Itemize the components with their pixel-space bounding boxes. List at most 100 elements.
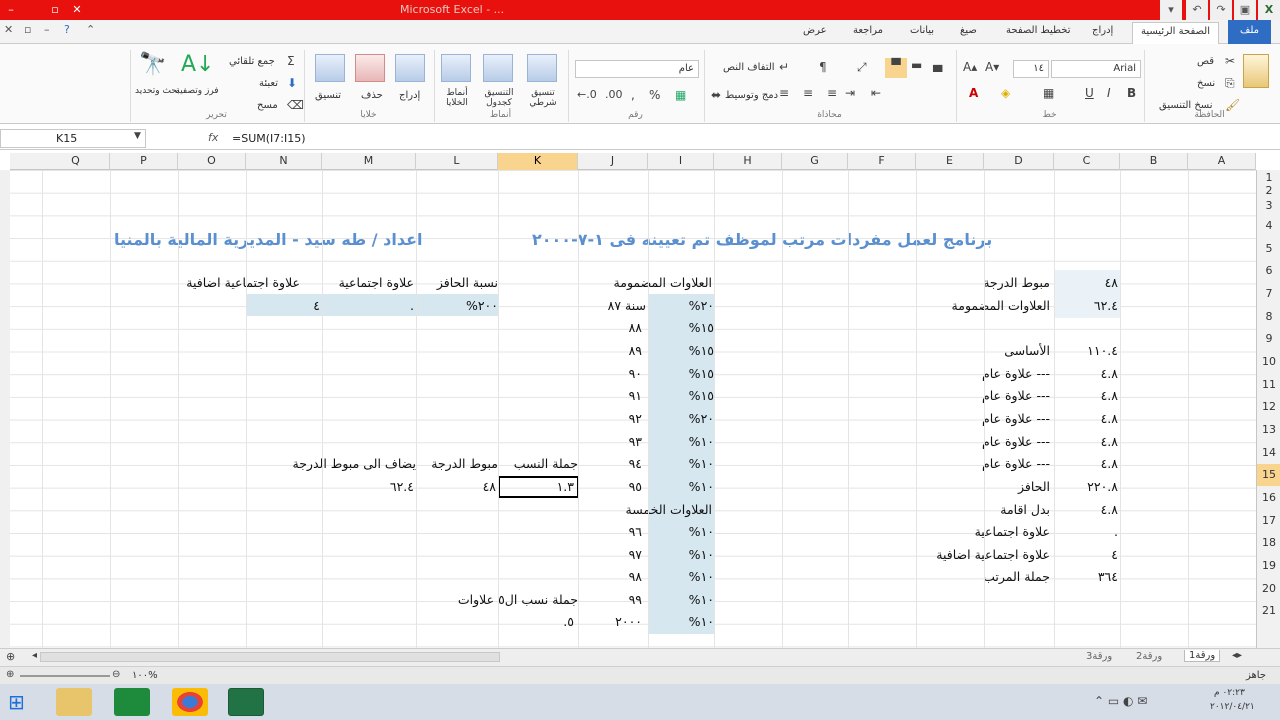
column-header-b[interactable]: B	[1120, 153, 1188, 170]
align-center-icon[interactable]: ≡	[803, 86, 813, 100]
cell-i10[interactable]: %١٥	[660, 366, 714, 381]
cell-k14[interactable]: جملة النسب	[498, 456, 578, 471]
cell-c12[interactable]: ٤.٨	[1070, 411, 1118, 426]
column-header-o[interactable]: O	[178, 153, 246, 170]
column-header-n[interactable]: N	[246, 153, 322, 170]
cell-i20[interactable]: %١٠	[660, 592, 714, 607]
bold-icon[interactable]: B	[1127, 86, 1136, 100]
excel-taskbar-icon[interactable]	[228, 688, 264, 716]
close-button[interactable]: ✕	[66, 0, 88, 20]
column-header-d[interactable]: D	[984, 153, 1054, 170]
grow-font-icon[interactable]: A▴	[963, 60, 977, 74]
borders-icon[interactable]: ▦	[1043, 86, 1054, 100]
delete-button[interactable]: حذف	[361, 90, 383, 101]
cell-d19[interactable]: جملة المرتب	[940, 569, 1050, 584]
restore-workbook-icon[interactable]: ▫	[24, 23, 31, 36]
column-header-q[interactable]: Q	[42, 153, 110, 170]
restore-button[interactable]: ▫	[44, 0, 66, 20]
column-header-i[interactable]: I	[648, 153, 714, 170]
cell-c13[interactable]: ٤.٨	[1070, 434, 1118, 449]
sort-filter-icon[interactable]: A↓	[181, 52, 214, 77]
copy-button[interactable]: نسخ	[1197, 78, 1215, 89]
active-cell-k15[interactable]	[498, 476, 579, 498]
cell-i8[interactable]: %١٥	[660, 320, 714, 335]
cell-j16[interactable]: العلاوات الخمسة	[580, 502, 712, 517]
cell-c19[interactable]: ٣٦٤	[1070, 569, 1118, 584]
row-header-18[interactable]: 18	[1257, 532, 1280, 554]
zoom-slider[interactable]	[20, 675, 110, 677]
vertical-scrollbar[interactable]	[0, 170, 10, 648]
shrink-font-icon[interactable]: A▾	[985, 60, 999, 74]
merge-center-button[interactable]: دمج وتوسيط	[725, 90, 778, 101]
cell-d15[interactable]: الحافز	[960, 479, 1050, 494]
column-header-h[interactable]: H	[714, 153, 782, 170]
row-header-6[interactable]: 6	[1257, 260, 1280, 282]
cell-j19[interactable]: ٩٨	[580, 569, 642, 584]
column-header-c[interactable]: C	[1054, 153, 1120, 170]
cell-j6[interactable]: العلاوات المضمومة	[580, 275, 712, 290]
merge-center-icon[interactable]: ⬌	[711, 88, 721, 102]
column-header-l[interactable]: L	[416, 153, 498, 170]
cell-j15[interactable]: ٩٥	[580, 479, 642, 494]
windows-start-icon[interactable]: ⊞	[8, 690, 25, 714]
sheet-tab-1[interactable]: ورقة1	[1184, 650, 1221, 662]
cell-d16[interactable]: بدل اقامة	[960, 502, 1050, 517]
align-left-icon[interactable]: ≡	[827, 86, 837, 100]
save-icon[interactable]: ▣	[1234, 0, 1256, 20]
name-box[interactable]: K15	[0, 129, 146, 148]
find-select-icon[interactable]: 🔭	[139, 52, 166, 77]
cell-n7[interactable]: ٤	[246, 298, 320, 313]
increase-decimal-icon[interactable]: .00	[605, 88, 623, 101]
cell-m7[interactable]: .	[340, 298, 414, 313]
cell-d11[interactable]: علاوة عام ---	[940, 388, 1050, 403]
cell-c9[interactable]: ١١٠.٤	[1070, 343, 1118, 358]
wrap-text-button[interactable]: التفاف النص	[723, 62, 775, 73]
row-header-19[interactable]: 19	[1257, 554, 1280, 577]
fill-icon[interactable]: ⬇	[287, 76, 297, 90]
row-header-5[interactable]: 5	[1257, 237, 1280, 260]
font-color-icon[interactable]: A	[969, 86, 978, 100]
help-icon[interactable]: ?	[64, 23, 70, 36]
cell-l15[interactable]: ٤٨	[416, 479, 496, 494]
scroll-left-icon[interactable]: ◂	[32, 650, 37, 661]
row-header-13[interactable]: 13	[1257, 418, 1280, 441]
cell-c14[interactable]: ٤.٨	[1070, 456, 1118, 471]
explorer-icon[interactable]	[56, 688, 92, 716]
cell-d17[interactable]: علاوة اجتماعية	[920, 524, 1050, 539]
copy-icon[interactable]: ⎘	[1225, 76, 1235, 91]
comma-style-icon[interactable]: ,	[631, 88, 635, 102]
column-header-g[interactable]: G	[782, 153, 848, 170]
cell-i17[interactable]: %١٠	[660, 524, 714, 539]
text-direction-icon[interactable]: ¶	[819, 60, 827, 74]
tab-page-layout[interactable]: تخطيط الصفحة	[1006, 25, 1071, 36]
indent-icon[interactable]: ⇥	[845, 86, 855, 100]
chrome-icon[interactable]	[172, 688, 208, 716]
cell-n6[interactable]: علاوة اجتماعية اضافية	[150, 275, 300, 290]
row-header-14[interactable]: 14	[1257, 441, 1280, 464]
cell-c10[interactable]: ٤.٨	[1070, 366, 1118, 381]
cell-j20[interactable]: ٩٩	[580, 592, 642, 607]
column-header-p[interactable]: P	[110, 153, 178, 170]
row-header-20[interactable]: 20	[1257, 577, 1280, 600]
cell-c16[interactable]: ٤.٨	[1070, 502, 1118, 517]
row-header-7[interactable]: 7	[1257, 282, 1280, 305]
cell-j11[interactable]: ٩١	[580, 388, 642, 403]
cell-j12[interactable]: ٩٢	[580, 411, 642, 426]
align-middle-icon[interactable]: ▬	[911, 58, 922, 72]
cell-d18[interactable]: علاوة اجتماعية اضافية	[900, 547, 1050, 562]
column-header-a[interactable]: A	[1188, 153, 1256, 170]
outdent-icon[interactable]: ⇤	[871, 86, 881, 100]
column-header-f[interactable]: F	[848, 153, 916, 170]
underline-icon[interactable]: U	[1085, 86, 1094, 100]
scissors-icon[interactable]: ✂	[1225, 54, 1235, 68]
cell-d10[interactable]: علاوة عام ---	[940, 366, 1050, 381]
wrap-text-icon[interactable]: ↵	[779, 60, 789, 74]
cell-k21[interactable]: .٥	[498, 614, 574, 629]
row-header-21[interactable]: 21	[1257, 600, 1280, 622]
tab-review[interactable]: مراجعة	[853, 25, 883, 36]
column-header-j[interactable]: J	[578, 153, 648, 170]
collapse-ribbon-icon[interactable]: ⌃	[86, 23, 95, 36]
conditional-format-icon[interactable]	[527, 54, 557, 82]
fill-color-icon[interactable]: ◈	[1001, 86, 1010, 100]
cell-j7[interactable]: سنة ٨٧	[580, 298, 646, 313]
